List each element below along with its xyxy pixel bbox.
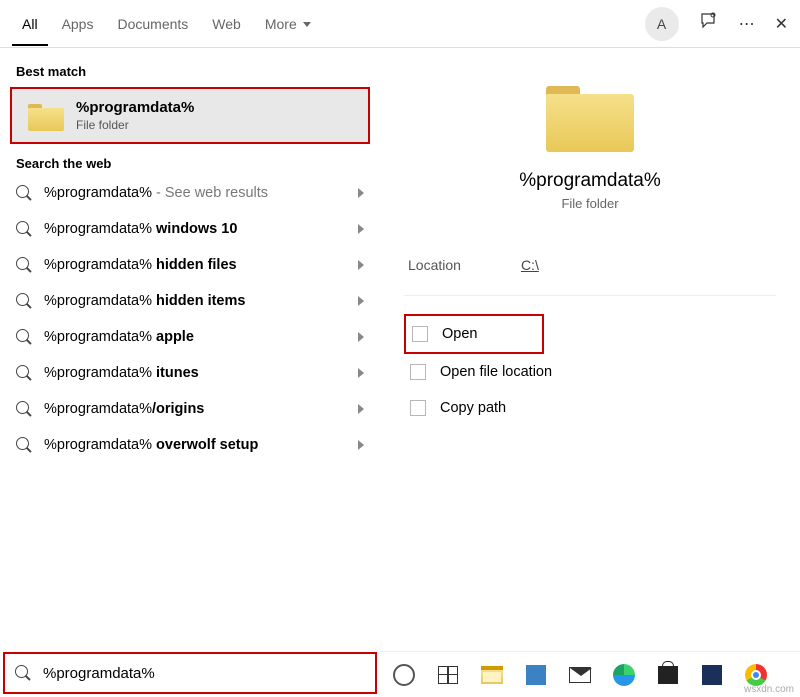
best-match-result[interactable]: %programdata% File folder <box>10 87 370 144</box>
close-icon[interactable]: ✕ <box>775 14 788 34</box>
store-icon[interactable] <box>654 661 682 689</box>
edge-icon[interactable] <box>610 661 638 689</box>
chevron-right-icon <box>358 260 364 270</box>
search-icon <box>16 221 32 237</box>
location-value[interactable]: C:\ <box>521 257 539 273</box>
chevron-right-icon <box>358 188 364 198</box>
app-icon-2[interactable] <box>698 661 726 689</box>
detail-panel: %programdata% File folder Location C:\ O… <box>380 48 800 651</box>
open-location-icon <box>410 364 426 380</box>
folder-icon <box>28 101 64 131</box>
search-icon <box>16 365 32 381</box>
tab-documents[interactable]: Documents <box>107 2 198 46</box>
chevron-right-icon <box>358 224 364 234</box>
action-open[interactable]: Open <box>404 314 544 354</box>
chevron-right-icon <box>358 368 364 378</box>
search-icon <box>16 185 32 201</box>
action-copy-path-label: Copy path <box>440 400 506 416</box>
open-icon <box>412 326 428 342</box>
chevron-right-icon <box>358 332 364 342</box>
search-icon <box>16 401 32 417</box>
web-result-text: %programdata% - See web results <box>44 185 268 201</box>
search-icon <box>16 329 32 345</box>
best-match-subtitle: File folder <box>76 118 194 132</box>
folder-large-icon <box>546 80 634 152</box>
web-result[interactable]: %programdata% hidden items <box>0 283 380 319</box>
watermark: wsxdn.com <box>744 684 794 695</box>
more-icon[interactable]: ⋯ <box>739 14 755 34</box>
best-match-heading: Best match <box>0 56 380 83</box>
app-icon-1[interactable] <box>522 661 550 689</box>
search-icon <box>16 257 32 273</box>
tab-web[interactable]: Web <box>202 2 251 46</box>
web-result-text: %programdata% hidden files <box>44 257 237 273</box>
file-explorer-icon[interactable] <box>478 661 506 689</box>
location-row: Location C:\ <box>404 251 776 296</box>
search-icon <box>16 293 32 309</box>
action-open-location[interactable]: Open file location <box>404 354 776 390</box>
detail-name: %programdata% <box>404 170 776 192</box>
location-label: Location <box>408 257 461 273</box>
web-result[interactable]: %programdata% windows 10 <box>0 211 380 247</box>
results-panel: Best match %programdata% File folder Sea… <box>0 48 380 651</box>
search-input[interactable] <box>41 664 365 683</box>
web-result-text: %programdata% hidden items <box>44 293 245 309</box>
web-result-text: %programdata% windows 10 <box>44 221 237 237</box>
tabs: All Apps Documents Web More <box>12 2 321 46</box>
tab-apps[interactable]: Apps <box>52 2 104 46</box>
web-result-text: %programdata% overwolf setup <box>44 437 258 453</box>
tab-more[interactable]: More <box>255 2 321 46</box>
chevron-right-icon <box>358 296 364 306</box>
web-result[interactable]: %programdata% itunes <box>0 355 380 391</box>
task-view-icon[interactable] <box>434 661 462 689</box>
web-result[interactable]: %programdata% apple <box>0 319 380 355</box>
action-open-label: Open <box>442 326 477 342</box>
tab-all[interactable]: All <box>12 2 48 46</box>
chevron-down-icon <box>303 22 311 27</box>
search-bar[interactable] <box>4 653 376 693</box>
action-open-location-label: Open file location <box>440 364 552 380</box>
search-icon <box>15 665 31 681</box>
web-result-text: %programdata% apple <box>44 329 194 345</box>
web-result-text: %programdata% itunes <box>44 365 199 381</box>
search-icon <box>16 437 32 453</box>
chevron-right-icon <box>358 404 364 414</box>
cortana-icon[interactable] <box>390 661 418 689</box>
top-right-controls: A ⋯ ✕ <box>645 7 788 41</box>
web-result[interactable]: %programdata% hidden files <box>0 247 380 283</box>
action-copy-path[interactable]: Copy path <box>404 390 776 426</box>
tab-more-label: More <box>265 16 297 32</box>
detail-type: File folder <box>404 196 776 211</box>
search-web-heading: Search the web <box>0 148 380 175</box>
avatar[interactable]: A <box>645 7 679 41</box>
top-bar: All Apps Documents Web More A ⋯ ✕ <box>0 0 800 48</box>
mail-icon[interactable] <box>566 661 594 689</box>
best-match-title: %programdata% <box>76 99 194 116</box>
taskbar <box>380 651 800 697</box>
web-result-text: %programdata%/origins <box>44 401 204 417</box>
web-result[interactable]: %programdata% - See web results <box>0 175 380 211</box>
feedback-icon[interactable] <box>699 11 719 36</box>
chevron-right-icon <box>358 440 364 450</box>
copy-path-icon <box>410 400 426 416</box>
web-result[interactable]: %programdata%/origins <box>0 391 380 427</box>
web-result[interactable]: %programdata% overwolf setup <box>0 427 380 463</box>
